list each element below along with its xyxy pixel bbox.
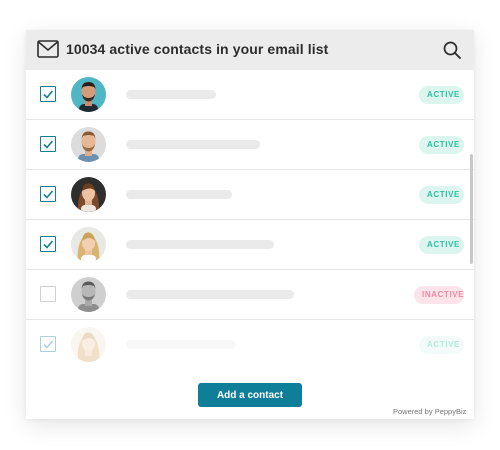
woman-avatar-icon	[71, 227, 106, 262]
status-badge: ACTIVE	[419, 236, 464, 254]
man-avatar-icon	[71, 77, 106, 112]
man-avatar-icon	[71, 277, 106, 312]
status-badge: ACTIVE	[419, 136, 464, 154]
envelope-icon	[37, 40, 59, 58]
contact-checkbox[interactable]	[40, 286, 56, 302]
contact-checkbox[interactable]	[40, 136, 56, 152]
man-avatar-icon	[71, 127, 106, 162]
avatar	[71, 227, 106, 262]
name-placeholder	[126, 290, 294, 299]
avatar	[71, 127, 106, 162]
status-badge: ACTIVE	[419, 336, 464, 354]
contact-row[interactable]: ACTIVE	[26, 320, 474, 370]
contact-row[interactable]: ACTIVE	[26, 70, 474, 120]
contact-checkbox[interactable]	[40, 186, 56, 202]
contact-checkbox[interactable]	[40, 236, 56, 252]
contact-checkbox[interactable]	[40, 86, 56, 102]
contact-row[interactable]: ACTIVE	[26, 220, 474, 270]
name-placeholder	[126, 340, 236, 349]
contact-row[interactable]: ACTIVE	[26, 120, 474, 170]
add-contact-button[interactable]: Add a contact	[198, 383, 302, 407]
contact-row[interactable]: INACTIVE	[26, 270, 474, 320]
contact-row[interactable]: ACTIVE	[26, 170, 474, 220]
contact-checkbox[interactable]	[40, 336, 56, 352]
name-placeholder	[126, 240, 274, 249]
scrollbar[interactable]	[470, 154, 473, 264]
avatar	[71, 327, 106, 362]
woman-avatar-icon	[71, 177, 106, 212]
contact-list: ACTIVE ACTIVE ACTIVE ACTIVE INACTIVE ACT…	[26, 70, 474, 370]
avatar	[71, 277, 106, 312]
name-placeholder	[126, 190, 232, 199]
status-badge: ACTIVE	[419, 86, 464, 104]
checkmark-icon	[43, 340, 54, 349]
contacts-widget: 10034 active contacts in your email list	[26, 30, 474, 419]
checkmark-icon	[43, 90, 54, 99]
checkmark-icon	[43, 240, 54, 249]
powered-by-text: Powered by PeppyBiz	[393, 407, 467, 416]
name-placeholder	[126, 140, 260, 149]
status-badge: ACTIVE	[419, 186, 464, 204]
name-placeholder	[126, 90, 216, 99]
avatar	[71, 77, 106, 112]
header-title: 10034 active contacts in your email list	[66, 41, 329, 57]
widget-header: 10034 active contacts in your email list	[26, 30, 474, 70]
avatar	[71, 177, 106, 212]
status-badge: INACTIVE	[414, 286, 464, 304]
search-icon[interactable]	[442, 40, 462, 60]
checkmark-icon	[43, 190, 54, 199]
checkmark-icon	[43, 140, 54, 149]
woman-avatar-icon	[71, 327, 106, 362]
